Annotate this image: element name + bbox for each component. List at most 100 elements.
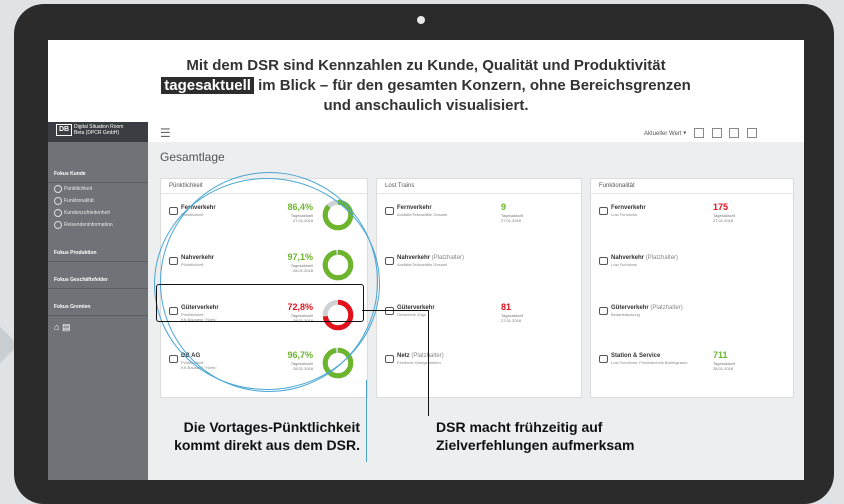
kpi-value: 81: [501, 302, 512, 312]
kpi-row[interactable]: Fernverkehr Lost Functions 175 Tagesaktuell…: [591, 197, 793, 239]
kpi-name: Fernverkehr: [611, 205, 646, 211]
kpi-subtitle: Fehlende Gelegenheiten: [397, 360, 441, 365]
sidebar-header: DB Digital Situation Room Beta (DPCR GmbH…: [48, 122, 148, 142]
menu-icon[interactable]: ☰: [160, 126, 171, 140]
camera-dot: [417, 16, 425, 24]
kpi-name: Güterverkehr (Platzhalter): [611, 305, 683, 311]
kpi-subtitle-line: Lost Functions: [611, 262, 638, 267]
sidebar-section-gremien[interactable]: Fokus Gremien: [48, 299, 148, 316]
kpi-subtitle-line: Ausfälle/Teilausfälle Gesamt: [397, 262, 448, 267]
kpi-name-text: Station & Service: [611, 353, 661, 359]
train-icon: [599, 207, 608, 215]
kpi-subtitle: Bedarfsdeckung: [611, 312, 640, 317]
sidebar-item-reisendeninformation[interactable]: Reisendeninformation: [48, 219, 148, 231]
toolbar: Aktueller Wert ▾: [644, 128, 757, 138]
page-title: Gesamtlage: [160, 150, 225, 164]
kpi-subtitle: Ausfälle/Teilausfälle Gesamt: [397, 212, 447, 217]
sidebar-item-label: Kundenzufriedenheit: [64, 210, 110, 216]
kpi-row[interactable]: Güterverkehr Gefahrene Züge 81 Tagesaktuell…: [377, 297, 581, 339]
kpi-value: 175: [713, 202, 729, 212]
callout-line: [428, 310, 429, 416]
headline-line3: und anschaulich visualisiert.: [323, 97, 529, 114]
kpi-name-text: Nahverkehr: [397, 255, 431, 261]
kpi-name-text: Fernverkehr: [397, 205, 432, 211]
callout-line: [362, 310, 428, 311]
train-icon: [385, 307, 394, 315]
comment-icon[interactable]: [729, 128, 740, 138]
settings-icon[interactable]: [746, 128, 757, 138]
kpi-date-label: Tagesaktuell 27.01.2018: [501, 213, 523, 223]
kpi-row[interactable]: Nahverkehr (Platzhalter) Ausfälle/Teilaus…: [377, 247, 581, 289]
caption-right-line2: Zielverfehlungen aufmerksam: [436, 437, 635, 453]
kpi-row[interactable]: Netz (Platzhalter)Fehlende Gelegenheiten: [377, 345, 581, 387]
sidebar-section-geschaeftsfelder[interactable]: Fokus Geschäftsfelder: [48, 272, 148, 289]
kpi-name-text: Güterverkehr: [611, 305, 649, 311]
kpi-subtitle-line: Lost Functions: [611, 212, 638, 217]
kpi-date: 27.01.2018: [713, 218, 734, 223]
kpi-name: Nahverkehr (Platzhalter): [611, 255, 678, 261]
db-logo[interactable]: DB: [56, 124, 72, 136]
kpi-date-label: Tagesaktuell 28.01.2018: [713, 361, 735, 371]
kpi-date-label: Tagesaktuell 27.01.2018: [501, 313, 523, 323]
info-icon[interactable]: [693, 128, 704, 138]
caption-right: DSR macht frühzeitig auf Zielverfehlunge…: [436, 418, 634, 454]
train-icon: [169, 207, 178, 215]
sidebar-item-funktionalitaet[interactable]: Funktionalität: [48, 195, 148, 207]
kpi-name: Netz (Platzhalter): [397, 353, 444, 359]
refresh-icon[interactable]: [711, 128, 722, 138]
app-subtitle: Beta (DPCR GmbH): [74, 130, 120, 136]
kpi-name: Nahverkehr (Platzhalter): [397, 255, 464, 261]
train-icon: [599, 355, 608, 363]
value-select[interactable]: Aktueller Wert: [644, 131, 682, 137]
kpi-name-text: Netz: [397, 353, 410, 359]
panel-funktionalitaet: Funktionalität Fernverkehr Lost Functions…: [590, 178, 794, 398]
kpi-subtitle: Lost Functions: [611, 262, 637, 267]
sidebar-item-label: Reisendeninformation: [64, 222, 113, 228]
train-icon: [385, 257, 394, 265]
train-icon: [385, 207, 394, 215]
clock-icon: [54, 185, 62, 193]
sidebar-item-puenktlichkeit[interactable]: Pünktlichkeit: [48, 183, 148, 195]
kpi-subtitle: Gefahrene Züge: [397, 312, 426, 317]
kpi-subtitle-line: Gefahrene Züge: [397, 312, 427, 317]
kpi-row[interactable]: Güterverkehr (Platzhalter) Bedarfsdeckung: [591, 297, 793, 339]
kpi-name-text: Fernverkehr: [611, 205, 646, 211]
panel-lost-trains: Lost Trains Fernverkehr Ausfälle/Teilausf…: [376, 178, 582, 398]
tablet-frame: Mit dem DSR sind Kennzahlen zu Kunde, Qu…: [14, 4, 834, 504]
kpi-name: Station & Service: [611, 353, 660, 359]
callout-box: [156, 284, 364, 322]
info-icon: [54, 221, 62, 229]
kpi-subtitle: Ausfälle/Teilausfälle Gesamt: [397, 262, 447, 267]
home-icon[interactable]: ⌂: [54, 322, 59, 332]
kpi-row[interactable]: Fernverkehr Ausfälle/Teilausfälle Gesamt 9…: [377, 197, 581, 239]
kpi-date: 28.01.2018: [713, 366, 734, 371]
kpi-subtitle-line: Ausfälle/Teilausfälle Gesamt: [397, 212, 448, 217]
caption-left: Die Vortages-Pünktlichkeit kommt direkt …: [120, 418, 360, 454]
kpi-name: Fernverkehr: [397, 205, 432, 211]
kpi-subtitle: Lost Functions: [611, 212, 637, 217]
placeholder-label: (Platzhalter): [431, 255, 465, 261]
kpi-row[interactable]: Station & Service Lost Functions: Fördert…: [591, 345, 793, 387]
placeholder-label: (Platzhalter): [645, 255, 679, 261]
screen: Mit dem DSR sind Kennzahlen zu Kunde, Qu…: [48, 40, 804, 480]
kpi-name-text: Nahverkehr: [611, 255, 645, 261]
kpi-subtitle: Lost Functions: Fördertechnik Bahnsgraum: [611, 360, 687, 365]
kpi-date: 27.01.2018: [501, 318, 522, 323]
gear-icon: [54, 197, 62, 205]
panel-title: Funktionalität: [591, 179, 793, 194]
train-icon: [169, 355, 178, 363]
headline-line1: Mit dem DSR sind Kennzahlen zu Kunde, Qu…: [186, 57, 666, 74]
kpi-row[interactable]: Nahverkehr (Platzhalter) Lost Functions: [591, 247, 793, 289]
kpi-subtitle-line: Fehlende Gelegenheiten: [397, 360, 441, 365]
sidebar-item-kundenzufriedenheit[interactable]: Kundenzufriedenheit: [48, 207, 148, 219]
org-chart-icon[interactable]: ▤: [62, 322, 71, 332]
kpi-subtitle-line: Lost Functions: Fördertechnik Bahnsgraum: [611, 360, 688, 365]
sidebar-section-produktion[interactable]: Fokus Produktion: [48, 245, 148, 262]
kpi-date: 27.01.2018: [501, 218, 522, 223]
caption-left-line2: kommt direkt aus dem DSR.: [174, 437, 360, 453]
train-icon: [599, 307, 608, 315]
caption-right-line1: DSR macht frühzeitig auf: [436, 419, 603, 435]
sidebar-section-kunde[interactable]: Fokus Kunde: [48, 166, 148, 183]
headline: Mit dem DSR sind Kennzahlen zu Kunde, Qu…: [48, 56, 804, 116]
train-icon: [599, 257, 608, 265]
